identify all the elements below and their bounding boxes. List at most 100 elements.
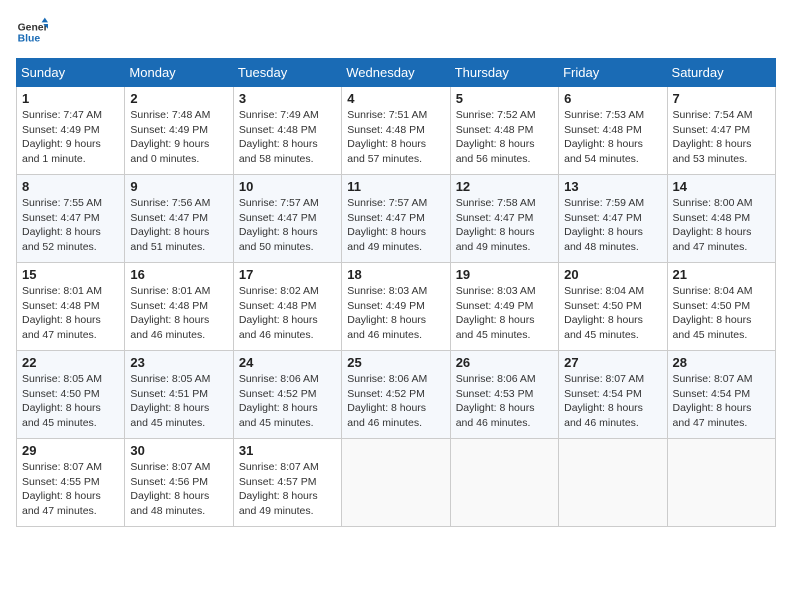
calendar-cell: 6 Sunrise: 7:53 AM Sunset: 4:48 PM Daylig… <box>559 87 667 175</box>
calendar-cell: 22 Sunrise: 8:05 AM Sunset: 4:50 PM Dayli… <box>17 351 125 439</box>
calendar-header-sunday: Sunday <box>17 59 125 87</box>
calendar-table: SundayMondayTuesdayWednesdayThursdayFrid… <box>16 58 776 527</box>
day-info: Sunrise: 8:04 AM Sunset: 4:50 PM Dayligh… <box>564 284 661 343</box>
day-number: 11 <box>347 179 444 194</box>
day-number: 14 <box>673 179 770 194</box>
day-info: Sunrise: 7:55 AM Sunset: 4:47 PM Dayligh… <box>22 196 119 255</box>
day-info: Sunrise: 7:54 AM Sunset: 4:47 PM Dayligh… <box>673 108 770 167</box>
calendar-header-thursday: Thursday <box>450 59 558 87</box>
day-info: Sunrise: 7:51 AM Sunset: 4:48 PM Dayligh… <box>347 108 444 167</box>
calendar-cell: 20 Sunrise: 8:04 AM Sunset: 4:50 PM Dayli… <box>559 263 667 351</box>
day-number: 28 <box>673 355 770 370</box>
calendar-cell: 2 Sunrise: 7:48 AM Sunset: 4:49 PM Daylig… <box>125 87 233 175</box>
calendar-cell: 18 Sunrise: 8:03 AM Sunset: 4:49 PM Dayli… <box>342 263 450 351</box>
day-number: 3 <box>239 91 336 106</box>
calendar-cell: 9 Sunrise: 7:56 AM Sunset: 4:47 PM Daylig… <box>125 175 233 263</box>
day-info: Sunrise: 8:01 AM Sunset: 4:48 PM Dayligh… <box>22 284 119 343</box>
day-info: Sunrise: 8:05 AM Sunset: 4:51 PM Dayligh… <box>130 372 227 431</box>
day-number: 17 <box>239 267 336 282</box>
calendar-cell: 11 Sunrise: 7:57 AM Sunset: 4:47 PM Dayli… <box>342 175 450 263</box>
day-number: 24 <box>239 355 336 370</box>
day-info: Sunrise: 7:53 AM Sunset: 4:48 PM Dayligh… <box>564 108 661 167</box>
day-number: 23 <box>130 355 227 370</box>
day-number: 9 <box>130 179 227 194</box>
svg-text:Blue: Blue <box>18 34 41 45</box>
logo: General Blue <box>16 16 48 48</box>
calendar-cell: 3Sunrise: 7:49 AM Sunset: 4:48 PM Daylig… <box>233 87 341 175</box>
calendar-header-wednesday: Wednesday <box>342 59 450 87</box>
calendar-cell: 17 Sunrise: 8:02 AM Sunset: 4:48 PM Dayli… <box>233 263 341 351</box>
calendar-week-5: 29 Sunrise: 8:07 AM Sunset: 4:55 PM Dayli… <box>17 439 776 527</box>
day-number: 22 <box>22 355 119 370</box>
day-info: Sunrise: 7:59 AM Sunset: 4:47 PM Dayligh… <box>564 196 661 255</box>
calendar-cell: 28Sunrise: 8:07 AM Sunset: 4:54 PM Dayli… <box>667 351 775 439</box>
day-number: 16 <box>130 267 227 282</box>
day-number: 18 <box>347 267 444 282</box>
day-info: Sunrise: 8:06 AM Sunset: 4:52 PM Dayligh… <box>347 372 444 431</box>
calendar-cell: 10Sunrise: 7:57 AM Sunset: 4:47 PM Dayli… <box>233 175 341 263</box>
day-number: 2 <box>130 91 227 106</box>
day-number: 30 <box>130 443 227 458</box>
day-info: Sunrise: 8:07 AM Sunset: 4:57 PM Dayligh… <box>239 460 336 519</box>
day-info: Sunrise: 8:06 AM Sunset: 4:52 PM Dayligh… <box>239 372 336 431</box>
day-number: 29 <box>22 443 119 458</box>
day-number: 5 <box>456 91 553 106</box>
calendar-cell: 16 Sunrise: 8:01 AM Sunset: 4:48 PM Dayli… <box>125 263 233 351</box>
day-info: Sunrise: 8:06 AM Sunset: 4:53 PM Dayligh… <box>456 372 553 431</box>
calendar-cell <box>450 439 558 527</box>
calendar-cell: 27 Sunrise: 8:07 AM Sunset: 4:54 PM Dayli… <box>559 351 667 439</box>
calendar-cell: 29 Sunrise: 8:07 AM Sunset: 4:55 PM Dayli… <box>17 439 125 527</box>
calendar-header-saturday: Saturday <box>667 59 775 87</box>
calendar-cell: 13 Sunrise: 7:59 AM Sunset: 4:47 PM Dayli… <box>559 175 667 263</box>
day-info: Sunrise: 8:07 AM Sunset: 4:55 PM Dayligh… <box>22 460 119 519</box>
calendar-cell: 15 Sunrise: 8:01 AM Sunset: 4:48 PM Dayli… <box>17 263 125 351</box>
day-number: 12 <box>456 179 553 194</box>
day-info: Sunrise: 7:48 AM Sunset: 4:49 PM Dayligh… <box>130 108 227 167</box>
day-number: 19 <box>456 267 553 282</box>
calendar-header-friday: Friday <box>559 59 667 87</box>
calendar-cell: 14 Sunrise: 8:00 AM Sunset: 4:48 PM Dayli… <box>667 175 775 263</box>
calendar-cell <box>559 439 667 527</box>
day-info: Sunrise: 8:05 AM Sunset: 4:50 PM Dayligh… <box>22 372 119 431</box>
day-info: Sunrise: 7:57 AM Sunset: 4:47 PM Dayligh… <box>239 196 336 255</box>
calendar-cell: 12 Sunrise: 7:58 AM Sunset: 4:47 PM Dayli… <box>450 175 558 263</box>
day-number: 6 <box>564 91 661 106</box>
day-number: 8 <box>22 179 119 194</box>
day-info: Sunrise: 8:02 AM Sunset: 4:48 PM Dayligh… <box>239 284 336 343</box>
day-number: 27 <box>564 355 661 370</box>
day-info: Sunrise: 7:56 AM Sunset: 4:47 PM Dayligh… <box>130 196 227 255</box>
calendar-cell: 25 Sunrise: 8:06 AM Sunset: 4:52 PM Dayli… <box>342 351 450 439</box>
calendar-cell: 5Sunrise: 7:52 AM Sunset: 4:48 PM Daylig… <box>450 87 558 175</box>
calendar-cell: 4Sunrise: 7:51 AM Sunset: 4:48 PM Daylig… <box>342 87 450 175</box>
day-info: Sunrise: 8:00 AM Sunset: 4:48 PM Dayligh… <box>673 196 770 255</box>
calendar-cell: 31Sunrise: 8:07 AM Sunset: 4:57 PM Dayli… <box>233 439 341 527</box>
day-info: Sunrise: 8:01 AM Sunset: 4:48 PM Dayligh… <box>130 284 227 343</box>
calendar-week-4: 22 Sunrise: 8:05 AM Sunset: 4:50 PM Dayli… <box>17 351 776 439</box>
day-number: 20 <box>564 267 661 282</box>
calendar-cell: 30 Sunrise: 8:07 AM Sunset: 4:56 PM Dayli… <box>125 439 233 527</box>
calendar-header-monday: Monday <box>125 59 233 87</box>
calendar-cell <box>667 439 775 527</box>
calendar-cell: 7 Sunrise: 7:54 AM Sunset: 4:47 PM Daylig… <box>667 87 775 175</box>
day-number: 7 <box>673 91 770 106</box>
calendar-header-row: SundayMondayTuesdayWednesdayThursdayFrid… <box>17 59 776 87</box>
day-info: Sunrise: 8:04 AM Sunset: 4:50 PM Dayligh… <box>673 284 770 343</box>
calendar-cell <box>342 439 450 527</box>
day-info: Sunrise: 8:07 AM Sunset: 4:54 PM Dayligh… <box>564 372 661 431</box>
calendar-cell: 19Sunrise: 8:03 AM Sunset: 4:49 PM Dayli… <box>450 263 558 351</box>
day-info: Sunrise: 8:07 AM Sunset: 4:56 PM Dayligh… <box>130 460 227 519</box>
calendar-cell: 24 Sunrise: 8:06 AM Sunset: 4:52 PM Dayli… <box>233 351 341 439</box>
day-info: Sunrise: 8:03 AM Sunset: 4:49 PM Dayligh… <box>347 284 444 343</box>
calendar-cell: 21Sunrise: 8:04 AM Sunset: 4:50 PM Dayli… <box>667 263 775 351</box>
day-number: 25 <box>347 355 444 370</box>
day-info: Sunrise: 7:47 AM Sunset: 4:49 PM Dayligh… <box>22 108 119 167</box>
day-info: Sunrise: 7:58 AM Sunset: 4:47 PM Dayligh… <box>456 196 553 255</box>
calendar-header-tuesday: Tuesday <box>233 59 341 87</box>
day-info: Sunrise: 7:57 AM Sunset: 4:47 PM Dayligh… <box>347 196 444 255</box>
calendar-cell: 23 Sunrise: 8:05 AM Sunset: 4:51 PM Dayli… <box>125 351 233 439</box>
calendar-cell: 8 Sunrise: 7:55 AM Sunset: 4:47 PM Daylig… <box>17 175 125 263</box>
day-number: 13 <box>564 179 661 194</box>
calendar-week-3: 15 Sunrise: 8:01 AM Sunset: 4:48 PM Dayli… <box>17 263 776 351</box>
day-number: 15 <box>22 267 119 282</box>
calendar-week-2: 8 Sunrise: 7:55 AM Sunset: 4:47 PM Daylig… <box>17 175 776 263</box>
